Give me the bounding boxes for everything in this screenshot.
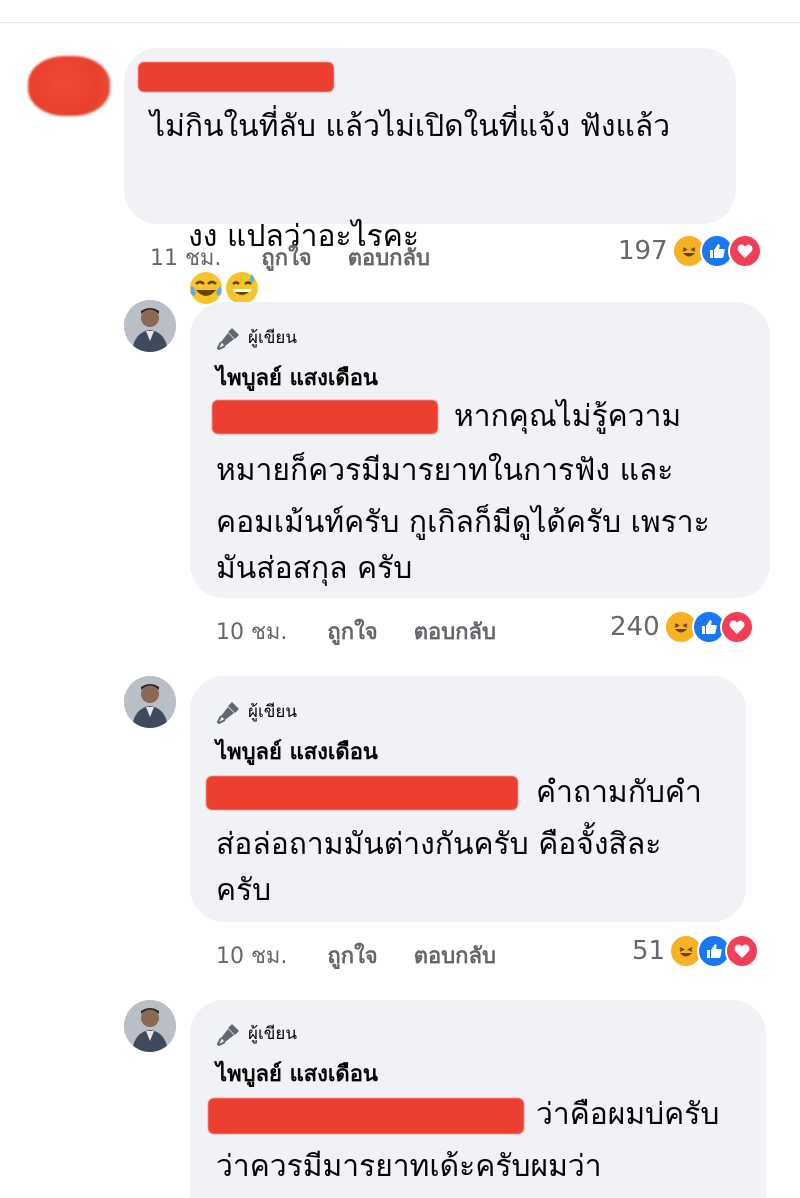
love-icon xyxy=(727,234,762,268)
author-name[interactable]: ไพบูลย์ แสงเดือน xyxy=(216,734,378,769)
timestamp: 11 ชม. xyxy=(150,246,222,271)
author-avatar[interactable] xyxy=(124,1000,176,1052)
redacted-mention xyxy=(212,400,438,434)
reaction-summary[interactable]: 51 xyxy=(632,934,760,968)
reaction-count: 240 xyxy=(610,612,660,642)
comment-text: หากคุณไม่รู้ความ xyxy=(454,399,682,434)
comment-meta: 10 ชม. ถูกใจ ตอบกลับ xyxy=(216,614,496,649)
like-button[interactable]: ถูกใจ xyxy=(327,938,377,973)
author-avatar[interactable] xyxy=(124,300,176,352)
reply-button[interactable]: ตอบกลับ xyxy=(348,240,430,275)
reaction-summary[interactable]: 240 xyxy=(610,610,754,644)
comment-text: ว่าควรมีมารยาทเด้ะครับผมว่า xyxy=(216,1149,602,1184)
comment-text: คำถามกับคำ xyxy=(536,775,702,810)
love-icon xyxy=(719,610,754,644)
timestamp: 10 ชม. xyxy=(216,620,288,645)
timestamp: 10 ชม. xyxy=(216,944,288,969)
comment-text: หมายก็ควรมีมารยาทในการฟัง และ xyxy=(216,453,674,488)
love-icon xyxy=(725,934,760,968)
reply-button[interactable]: ตอบกลับ xyxy=(414,614,496,649)
author-name[interactable]: ไพบูลย์ แสงเดือน xyxy=(216,360,378,395)
comment-text: มันส่อสกุล ครับ xyxy=(216,551,413,586)
author-avatar[interactable] xyxy=(124,676,176,728)
author-badge-label: ผู้เขียน xyxy=(248,1024,297,1044)
comment-text: ครับ xyxy=(216,873,272,908)
comment-meta: 11 ชม. ถูกใจ ตอบกลับ xyxy=(150,240,430,275)
redacted-mention xyxy=(206,776,518,810)
redacted-commenter-name xyxy=(138,62,334,92)
microphone-icon xyxy=(216,1023,239,1046)
author-badge: ผู้เขียน xyxy=(216,1020,297,1047)
comment-text: ว่าคือผมบ่ครับ xyxy=(536,1097,720,1132)
comment-bubble: ผู้เขียน ไพบูลย์ แสงเดือน ว่าคือผมบ่ครับ… xyxy=(190,1000,766,1198)
reaction-summary[interactable]: 197 xyxy=(618,234,762,268)
avatar[interactable] xyxy=(28,56,110,116)
author-badge-label: ผู้เขียน xyxy=(248,328,297,348)
comment-text: ไม่กินในที่ลับ แล้วไม่เปิดในที่แจ้ง ฟังแ… xyxy=(150,109,671,144)
top-divider xyxy=(0,22,800,23)
like-button[interactable]: ถูกใจ xyxy=(327,614,377,649)
reply-button[interactable]: ตอบกลับ xyxy=(414,938,496,973)
author-badge: ผู้เขียน xyxy=(216,698,297,725)
comment-bubble: ผู้เขียน ไพบูลย์ แสงเดือน คำถามกับคำ ส่อ… xyxy=(190,676,746,922)
comment-meta: 10 ชม. ถูกใจ ตอบกลับ xyxy=(216,938,496,973)
comment-bubble: ผู้เขียน ไพบูลย์ แสงเดือน หากคุณไม่รู้คว… xyxy=(190,302,770,598)
reaction-count: 51 xyxy=(632,936,666,966)
comment-bubble: ไม่กินในที่ลับ แล้วไม่เปิดในที่แจ้ง ฟังแ… xyxy=(124,48,736,304)
redacted-mention xyxy=(208,1098,524,1134)
author-badge-label: ผู้เขียน xyxy=(248,702,297,722)
author-badge: ผู้เขียน xyxy=(216,324,297,351)
author-name[interactable]: ไพบูลย์ แสงเดือน xyxy=(216,1056,378,1091)
tears-of-joy-emoji xyxy=(190,272,223,304)
grinning-sweat-emoji xyxy=(226,272,259,304)
like-button[interactable]: ถูกใจ xyxy=(261,240,311,275)
microphone-icon xyxy=(216,701,239,724)
microphone-icon xyxy=(216,327,239,350)
reaction-count: 197 xyxy=(618,236,668,266)
comment-text: ส่อล่อถามมันต่างกันครับ คือจั้งสิละ xyxy=(216,827,662,862)
